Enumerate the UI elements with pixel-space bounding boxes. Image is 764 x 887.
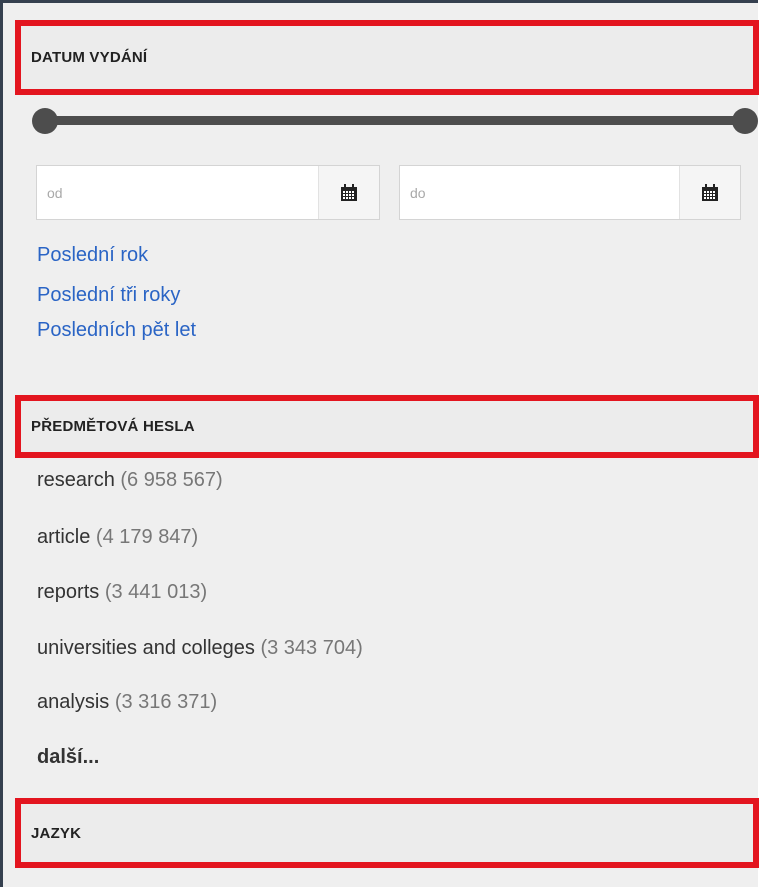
date-to-input[interactable] (400, 166, 679, 219)
date-from-field (36, 165, 380, 220)
date-section-title: DATUM VYDÁNÍ (31, 49, 148, 66)
facet-count: (3 441 013) (104, 581, 208, 603)
language-section-header[interactable]: JAZYK (15, 798, 759, 868)
facet-label: article (37, 526, 91, 548)
filter-panel: DATUM VYDÁNÍ od do Poslední rok Poslední… (0, 0, 759, 887)
facet-count: (6 958 567) (120, 469, 223, 491)
subjects-section-title: PŘEDMĚTOVÁ HESLA (31, 418, 195, 435)
facet-count: (3 316 371) (114, 691, 218, 713)
quick-link-last-five-years[interactable]: Posledních pět let (37, 319, 196, 342)
subject-facet-item[interactable]: universities and colleges (3 343 704) (37, 637, 363, 660)
facet-label: research (37, 469, 115, 491)
quick-link-last-three-years[interactable]: Poslední tři roky (37, 284, 180, 307)
calendar-icon (341, 183, 357, 201)
date-range-min-handle[interactable] (32, 108, 58, 134)
calendar-icon (702, 183, 718, 201)
subject-facet-item[interactable]: article (4 179 847) (37, 526, 198, 549)
date-from-calendar-button[interactable] (318, 166, 379, 219)
date-to-calendar-button[interactable] (679, 166, 740, 219)
date-to-field (399, 165, 741, 220)
facet-label: reports (37, 581, 100, 603)
subjects-section-header[interactable]: PŘEDMĚTOVÁ HESLA (15, 395, 759, 458)
subject-facet-item[interactable]: reports (3 441 013) (37, 581, 207, 604)
date-range-max-handle[interactable] (732, 108, 758, 134)
subjects-more-link[interactable]: další... (37, 746, 99, 769)
facet-label: universities and colleges (37, 637, 255, 659)
subject-facet-item[interactable]: research (6 958 567) (37, 469, 223, 492)
facet-count: (4 179 847) (95, 526, 199, 548)
facet-count: (3 343 704) (260, 637, 363, 659)
facet-label: analysis (37, 691, 110, 713)
language-section-title: JAZYK (31, 824, 82, 842)
quick-link-last-year[interactable]: Poslední rok (37, 244, 148, 267)
date-section-header[interactable]: DATUM VYDÁNÍ (15, 20, 759, 95)
subject-facet-item[interactable]: analysis (3 316 371) (37, 691, 217, 714)
date-range-slider-track[interactable] (43, 116, 743, 125)
date-from-input[interactable] (37, 166, 318, 219)
